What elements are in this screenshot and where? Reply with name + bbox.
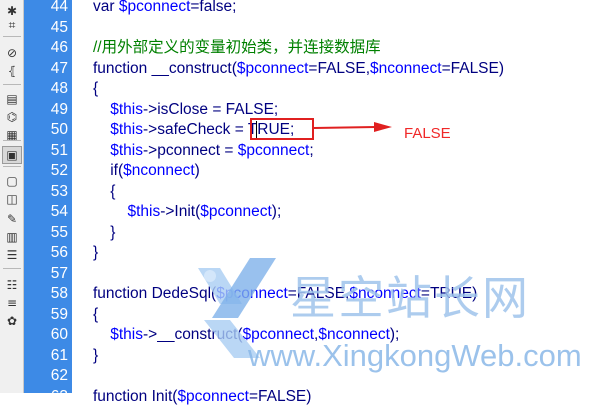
line-number: 53: [26, 182, 68, 203]
code-token: [93, 142, 110, 159]
preview-icon[interactable]: ▣: [2, 146, 22, 164]
code-line[interactable]: }: [93, 223, 115, 244]
variable-token: $this: [110, 326, 143, 343]
code-token: }: [93, 244, 98, 261]
line-number: 44: [26, 0, 68, 18]
line-number: 46: [26, 38, 68, 59]
comment-token: //用外部定义的变量初始类，并连接数据库: [93, 39, 381, 56]
editor-toolbar: ✱⌗⊘⦃▤⌬▦▣▢◫✎▥☰☷≡✿: [0, 0, 24, 393]
line-number: 45: [26, 18, 68, 39]
tag-icon[interactable]: ⌬: [2, 108, 22, 126]
no-entry-icon[interactable]: ⊘: [2, 44, 22, 62]
comment-icon[interactable]: ▢: [2, 172, 22, 190]
indent-icon[interactable]: ☷: [2, 276, 22, 294]
fold-icon[interactable]: ≡: [2, 294, 22, 312]
code-line[interactable]: $this->pconnect = $pconnect;: [93, 141, 314, 162]
code-line[interactable]: }: [93, 346, 98, 367]
edit-icon[interactable]: ✎: [2, 210, 22, 228]
code-token: var: [93, 0, 119, 15]
line-number: 51: [26, 141, 68, 162]
line-number: 50: [26, 120, 68, 141]
format-icon[interactable]: ▤: [2, 90, 22, 108]
code-token: =FALSE): [249, 388, 311, 405]
watermark-chinese: 星空站长网: [290, 262, 530, 328]
line-number: 61: [26, 346, 68, 367]
variable-token: $pconnect: [119, 0, 191, 15]
code-line[interactable]: $this->Init($pconnect);: [93, 202, 281, 223]
line-number: 57: [26, 264, 68, 285]
code-token: ->Init(: [160, 203, 200, 220]
line-number: 55: [26, 223, 68, 244]
snippet-icon[interactable]: ▦: [2, 126, 22, 144]
line-number: 59: [26, 305, 68, 326]
variable-token: $pconnect: [200, 203, 272, 220]
code-token: [93, 203, 127, 220]
variable-token: $this: [110, 142, 143, 159]
code-token: ->isClose = FALSE;: [143, 101, 278, 118]
line-number: 52: [26, 161, 68, 182]
code-token: ;: [309, 142, 313, 159]
code-line[interactable]: {: [93, 305, 98, 326]
line-number: 47: [26, 59, 68, 80]
hash-icon[interactable]: ⌗: [2, 16, 22, 34]
toolbar-separator: [3, 140, 21, 141]
watermark-url: www.XingkongWeb.com: [248, 338, 582, 374]
line-number: 60: [26, 325, 68, 346]
variable-token: $pconnect: [177, 388, 249, 405]
braces-icon[interactable]: ⦃: [2, 62, 22, 80]
code-token: [93, 326, 110, 343]
arrow-right-icon: [314, 121, 394, 135]
chat-icon[interactable]: ◫: [2, 190, 22, 208]
variable-token: $nconnect: [123, 162, 195, 179]
variable-token: $this: [110, 121, 143, 138]
line-number: 56: [26, 243, 68, 264]
code-token: ->pconnect =: [143, 142, 238, 159]
variable-token: $pconnect: [237, 60, 309, 77]
code-token: function Init(: [93, 388, 177, 405]
code-token: function __construct(: [93, 60, 237, 77]
code-token: [93, 101, 110, 118]
code-line[interactable]: var $pconnect=false;: [93, 0, 236, 18]
code-token: {: [93, 306, 98, 323]
code-line[interactable]: }: [93, 243, 98, 264]
line-number: 54: [26, 202, 68, 223]
toolbar-separator: [3, 166, 21, 167]
line-number: 62: [26, 366, 68, 387]
code-token: [93, 121, 110, 138]
code-line[interactable]: {: [93, 182, 115, 203]
code-token: if(: [93, 162, 123, 179]
book-icon[interactable]: ▥: [2, 228, 22, 246]
code-line[interactable]: function Init($pconnect=FALSE): [93, 387, 311, 407]
annotation-label: FALSE: [404, 125, 451, 142]
code-token: =FALSE): [442, 60, 504, 77]
toolbar-separator: [3, 268, 21, 269]
code-token: ): [195, 162, 200, 179]
code-token: {: [93, 183, 115, 200]
toolbar-separator: [3, 84, 21, 85]
code-token: =false;: [190, 0, 236, 15]
highlight-box: [250, 118, 314, 140]
outdent-icon[interactable]: ☰: [2, 246, 22, 264]
help-icon[interactable]: ✿: [2, 312, 22, 330]
code-token: );: [272, 203, 281, 220]
line-number: 63: [26, 387, 68, 407]
line-number: 48: [26, 79, 68, 100]
line-number: 58: [26, 284, 68, 305]
variable-token: $this: [110, 101, 143, 118]
code-token: }: [93, 224, 115, 241]
text-cursor: [256, 121, 257, 138]
code-token: }: [93, 347, 98, 364]
variable-token: $pconnect: [238, 142, 310, 159]
line-number: 49: [26, 100, 68, 121]
toolbar-separator: [3, 36, 21, 37]
code-line[interactable]: function __construct($pconnect=FALSE,$nc…: [93, 59, 504, 80]
code-line[interactable]: {: [93, 79, 98, 100]
variable-token: $nconnect: [370, 60, 442, 77]
code-line[interactable]: $this->isClose = FALSE;: [93, 100, 278, 121]
code-token: {: [93, 80, 98, 97]
variable-token: $this: [127, 203, 160, 220]
code-line[interactable]: //用外部定义的变量初始类，并连接数据库: [93, 38, 381, 59]
code-line[interactable]: if($nconnect): [93, 161, 200, 182]
code-token: =FALSE,: [308, 60, 370, 77]
